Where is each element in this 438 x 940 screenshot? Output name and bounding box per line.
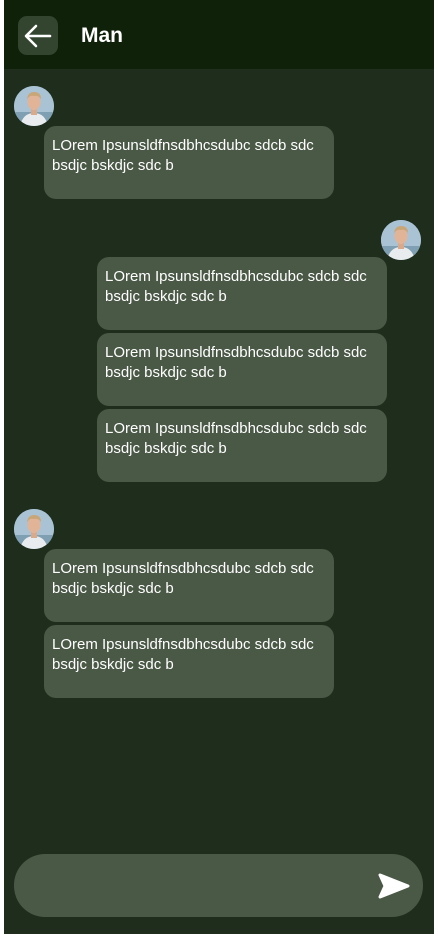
contact-avatar[interactable] (14, 86, 54, 126)
send-icon (378, 873, 410, 899)
message-bubble-received: LOrem Ipsunsldfnsdbhcsdubc sdcb sdc bsdj… (44, 549, 334, 622)
avatar-image (381, 220, 421, 260)
message-input[interactable] (36, 868, 370, 905)
message-bubble-sent: LOrem Ipsunsldfnsdbhcsdubc sdcb sdc bsdj… (97, 257, 387, 330)
contact-avatar[interactable] (14, 509, 54, 549)
message-composer (14, 854, 423, 917)
my-avatar[interactable] (381, 220, 421, 260)
chat-screen: Man LOrem Ipsunsldfnsdbhcsdubc sdcb sdc … (4, 0, 434, 934)
chat-title: Man (81, 24, 123, 47)
back-button[interactable] (18, 16, 58, 55)
message-bubble-received: LOrem Ipsunsldfnsdbhcsdubc sdcb sdc bsdj… (44, 625, 334, 698)
avatar-image (14, 86, 54, 126)
message-bubble-sent: LOrem Ipsunsldfnsdbhcsdubc sdcb sdc bsdj… (97, 409, 387, 482)
message-bubble-received: LOrem Ipsunsldfnsdbhcsdubc sdcb sdc bsdj… (44, 126, 334, 199)
arrow-left-icon (24, 24, 52, 47)
message-bubble-sent: LOrem Ipsunsldfnsdbhcsdubc sdcb sdc bsdj… (97, 333, 387, 406)
avatar-image (14, 509, 54, 549)
send-button[interactable] (376, 870, 412, 902)
chat-header: Man (4, 0, 434, 69)
